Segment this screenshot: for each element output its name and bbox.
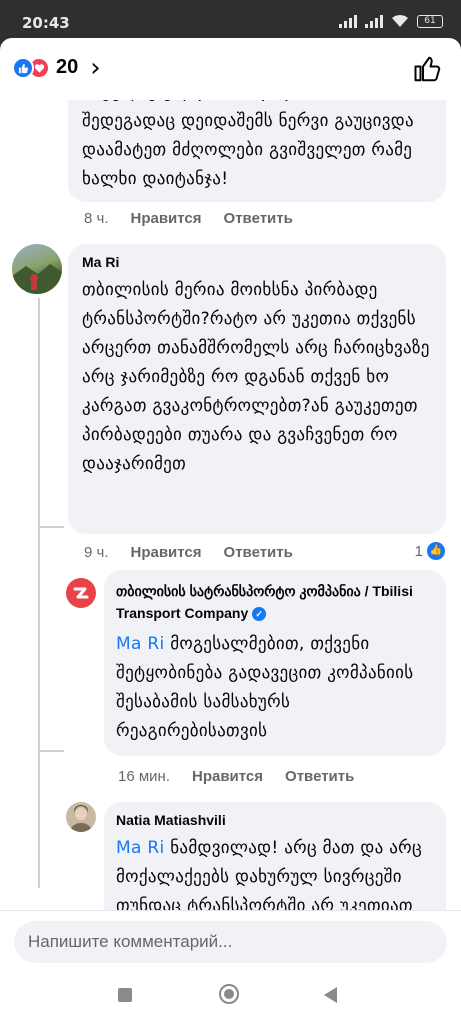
back-icon[interactable] [324,987,337,1003]
comment-author[interactable]: Ma Ri [82,254,432,270]
reply-button[interactable]: Ответить [224,544,293,561]
reply-bubble: თბილისის სატრანსპორტო კომპანია / Tbilisi… [104,570,446,756]
thread-line [38,298,40,888]
reply-time: 16 мин. [118,768,170,785]
like-button[interactable]: Нравится [192,768,263,785]
system-nav-bar [0,972,461,1024]
comment-like-count[interactable]: 1 👍 [415,542,445,560]
page-logo-icon[interactable] [66,578,96,608]
comment-bubble: Ma Ri თბილისის მერია მოიხსნა პირბადე ტრა… [68,244,446,534]
reply-actions: 16 мин. Нравится Ответить [118,768,376,785]
reply-author[interactable]: თბილისის სატრანსპორტო კომპანია / Tbilisi… [116,580,434,624]
reply-author[interactable]: Natia Matiashvili [116,812,434,828]
like-reaction-icon: 👍 [427,542,445,560]
comment-text: ახტელზე გლდახბი! დიდხახს ჩის შედეგადაც დ… [82,100,414,189]
verified-icon: ✓ [252,607,267,622]
comments-header: 20 › [0,38,461,100]
comment-actions: 9 ч. Нравится Ответить [84,544,315,561]
like-reaction-icon [12,56,34,79]
battery-icon: 61 [417,14,443,28]
status-icons: 61 [339,14,443,28]
comment-time: 8 ч. [84,210,109,227]
status-time: 20:43 [22,14,70,32]
like-button[interactable]: Нравится [131,544,202,561]
thread-connector [38,750,64,752]
reactions-summary[interactable]: 20 › [12,52,101,83]
reply-button[interactable]: Ответить [224,210,293,227]
like-count-value: 1 [414,542,423,560]
thread-connector [38,526,64,528]
wifi-icon [392,14,408,27]
comments-sheet: 20 › ახტელზე გლდახბი! დიდხახს ჩის შედეგა… [0,38,461,1024]
home-icon[interactable] [219,984,239,1004]
mention-link[interactable]: Ma Ri [116,634,165,654]
chevron-right-icon: › [90,52,101,83]
reply-text: Ma Ri მოგესალმებით, თქვენი შეტყობინება გ… [116,630,434,746]
signal-icon [339,14,357,28]
reaction-count: 20 [56,56,79,78]
comments-list: ახტელზე გლდახბი! დიდხახს ჩის შედეგადაც დ… [0,100,461,950]
recents-icon[interactable] [118,988,132,1002]
comment-composer: Напишите комментарий... [0,910,461,972]
comment-input[interactable]: Напишите комментарий... [14,921,447,963]
comment-actions: 8 ч. Нравится Ответить [84,210,315,227]
like-button[interactable]: Нравится [131,210,202,227]
comment-time: 9 ч. [84,544,109,561]
signal-2-icon [365,14,383,28]
reply-button[interactable]: Ответить [285,768,354,785]
mention-link[interactable]: Ma Ri [116,838,165,858]
avatar[interactable] [66,802,96,832]
thumbs-up-icon[interactable] [413,54,443,84]
avatar[interactable] [12,244,62,294]
comment-text: თბილისის მერია მოიხსნა პირბადე ტრანსპორტ… [82,280,430,474]
comment-bubble: ახტელზე გლდახბი! დიდხახს ჩის შედეგადაც დ… [68,100,446,202]
